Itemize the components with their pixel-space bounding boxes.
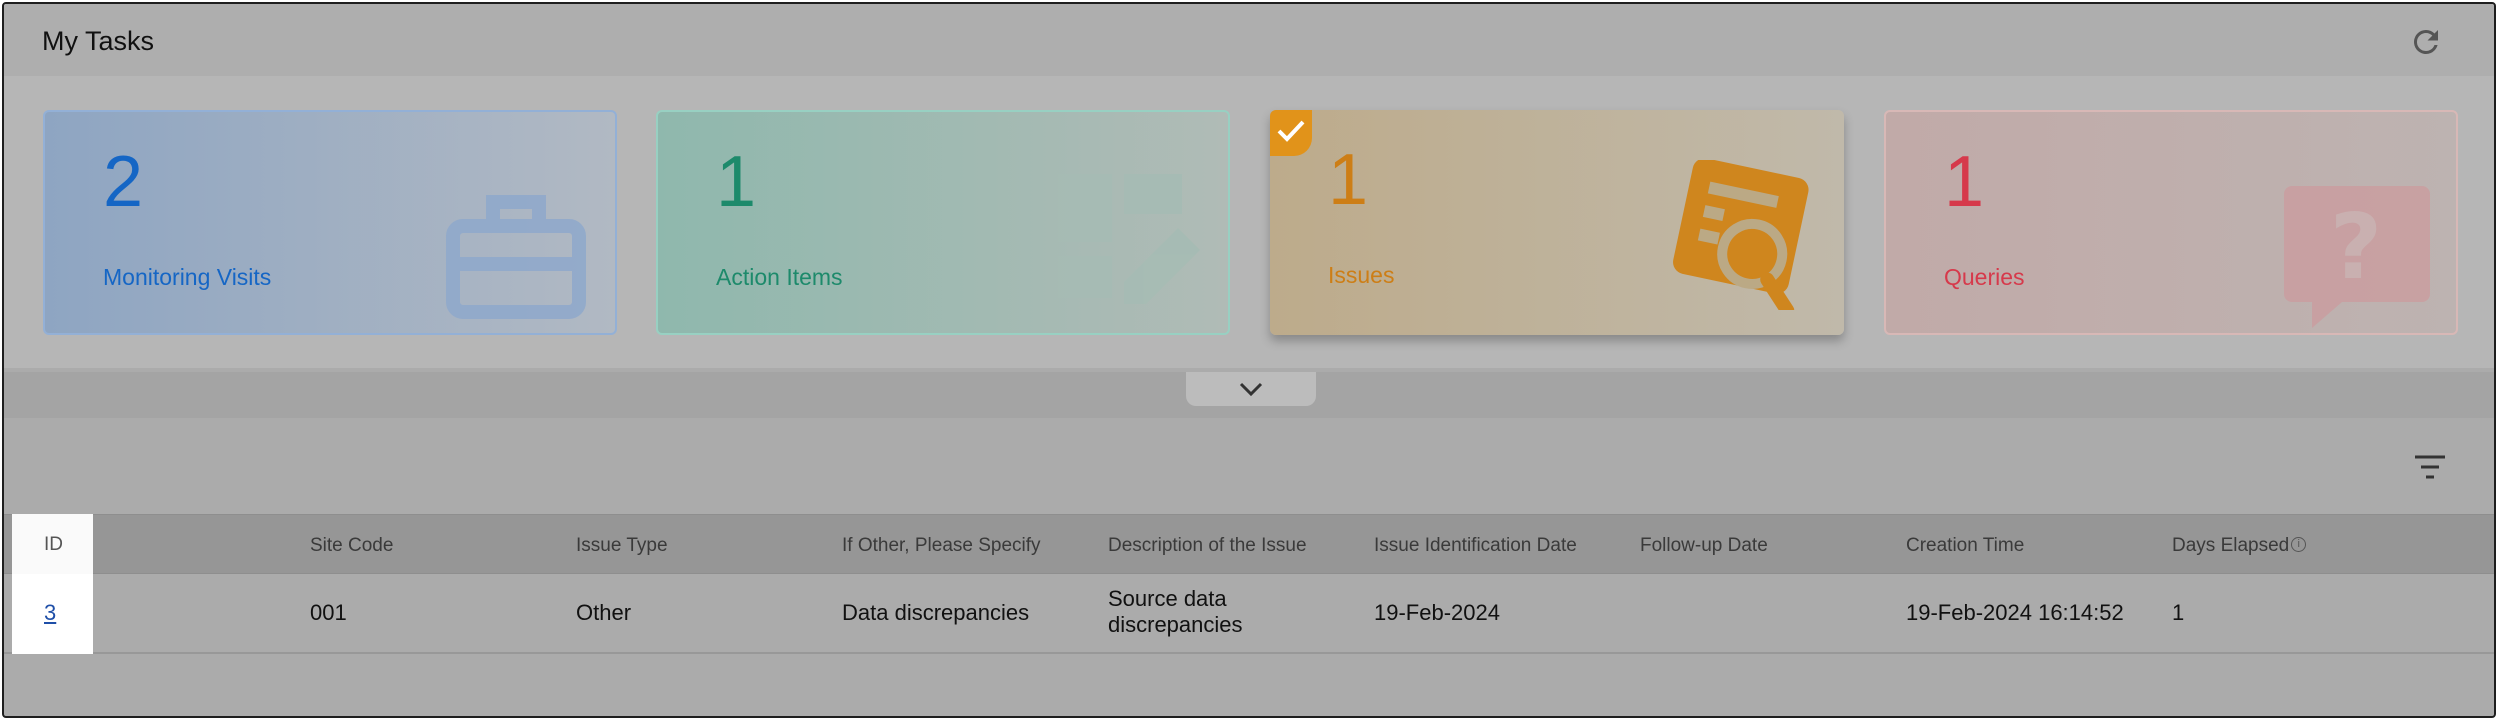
column-id[interactable]: ID bbox=[12, 514, 93, 574]
panel-header: My Tasks bbox=[4, 4, 2494, 76]
cell-issue-type: Other bbox=[576, 600, 632, 625]
info-icon[interactable]: i bbox=[2291, 537, 2307, 552]
card-label: Queries bbox=[1944, 264, 2025, 290]
column-identification-date[interactable]: Issue Identification Date bbox=[1374, 535, 1577, 557]
cell-identification-date: 19-Feb-2024 bbox=[1374, 600, 1500, 625]
description-line: Source data bbox=[1108, 586, 1227, 611]
column-days-elapsed[interactable]: Days Elapsed i bbox=[2172, 535, 2307, 557]
collapse-toggle-button[interactable] bbox=[1186, 372, 1316, 406]
card-count: 1 bbox=[716, 142, 757, 222]
svg-text:?: ? bbox=[2330, 195, 2382, 300]
table-row: 001 Other Data discrepancies Source data… bbox=[4, 574, 2494, 654]
cell-site-code: 001 bbox=[310, 600, 347, 625]
refresh-icon[interactable] bbox=[2408, 24, 2444, 60]
selected-check-icon[interactable] bbox=[1270, 110, 1312, 156]
card-label: Action Items bbox=[716, 264, 843, 290]
card-count: 1 bbox=[1328, 140, 1369, 220]
document-search-icon bbox=[1673, 160, 1809, 310]
column-follow-up-date[interactable]: Follow-up Date bbox=[1640, 535, 1768, 557]
column-if-other[interactable]: If Other, Please Specify bbox=[842, 535, 1041, 557]
cell-if-other: Data discrepancies bbox=[842, 600, 1030, 625]
column-label: ID bbox=[44, 534, 63, 555]
card-monitoring-visits[interactable]: 2 Monitoring Visits bbox=[43, 110, 617, 335]
table-header: Site Code Issue Type If Other, Please Sp… bbox=[4, 514, 2494, 574]
card-action-items[interactable]: 1 Action Items bbox=[656, 110, 1230, 335]
card-issues[interactable]: 1 Issues bbox=[1270, 110, 1844, 335]
card-label: Monitoring Visits bbox=[103, 264, 272, 290]
description-line: discrepancies bbox=[1108, 612, 1243, 637]
page-title: My Tasks bbox=[42, 26, 155, 56]
collapse-strip bbox=[4, 372, 2494, 418]
chevron-down-icon bbox=[1239, 382, 1263, 397]
cell-creation-time: 19-Feb-2024 16:14:52 bbox=[1906, 600, 2124, 625]
my-tasks-panel: My Tasks 2 Monitoring Visits 1 Action It… bbox=[2, 2, 2496, 718]
card-label: Issues bbox=[1328, 262, 1395, 288]
cell-description: Source data discrepancies bbox=[1108, 586, 1243, 638]
question-chat-icon: ? bbox=[2284, 186, 2430, 328]
column-label: Days Elapsed bbox=[2172, 535, 2290, 556]
column-issue-type[interactable]: Issue Type bbox=[576, 535, 668, 557]
card-queries[interactable]: 1 Queries ? bbox=[1884, 110, 2458, 335]
briefcase-icon bbox=[446, 195, 586, 319]
summary-cards: 2 Monitoring Visits 1 Action Items 1 Iss… bbox=[4, 76, 2494, 418]
issue-id-link[interactable]: 3 bbox=[44, 600, 56, 626]
column-site-code[interactable]: Site Code bbox=[310, 535, 393, 557]
filter-icon[interactable] bbox=[2412, 452, 2448, 482]
cell-days-elapsed: 1 bbox=[2172, 600, 2185, 625]
card-count: 2 bbox=[103, 142, 144, 222]
cell-id: 3 bbox=[12, 574, 93, 654]
column-description[interactable]: Description of the Issue bbox=[1108, 535, 1307, 557]
dashboard-edit-icon bbox=[1058, 174, 1200, 304]
column-creation-time[interactable]: Creation Time bbox=[1906, 535, 2024, 557]
card-count: 1 bbox=[1944, 142, 1985, 222]
